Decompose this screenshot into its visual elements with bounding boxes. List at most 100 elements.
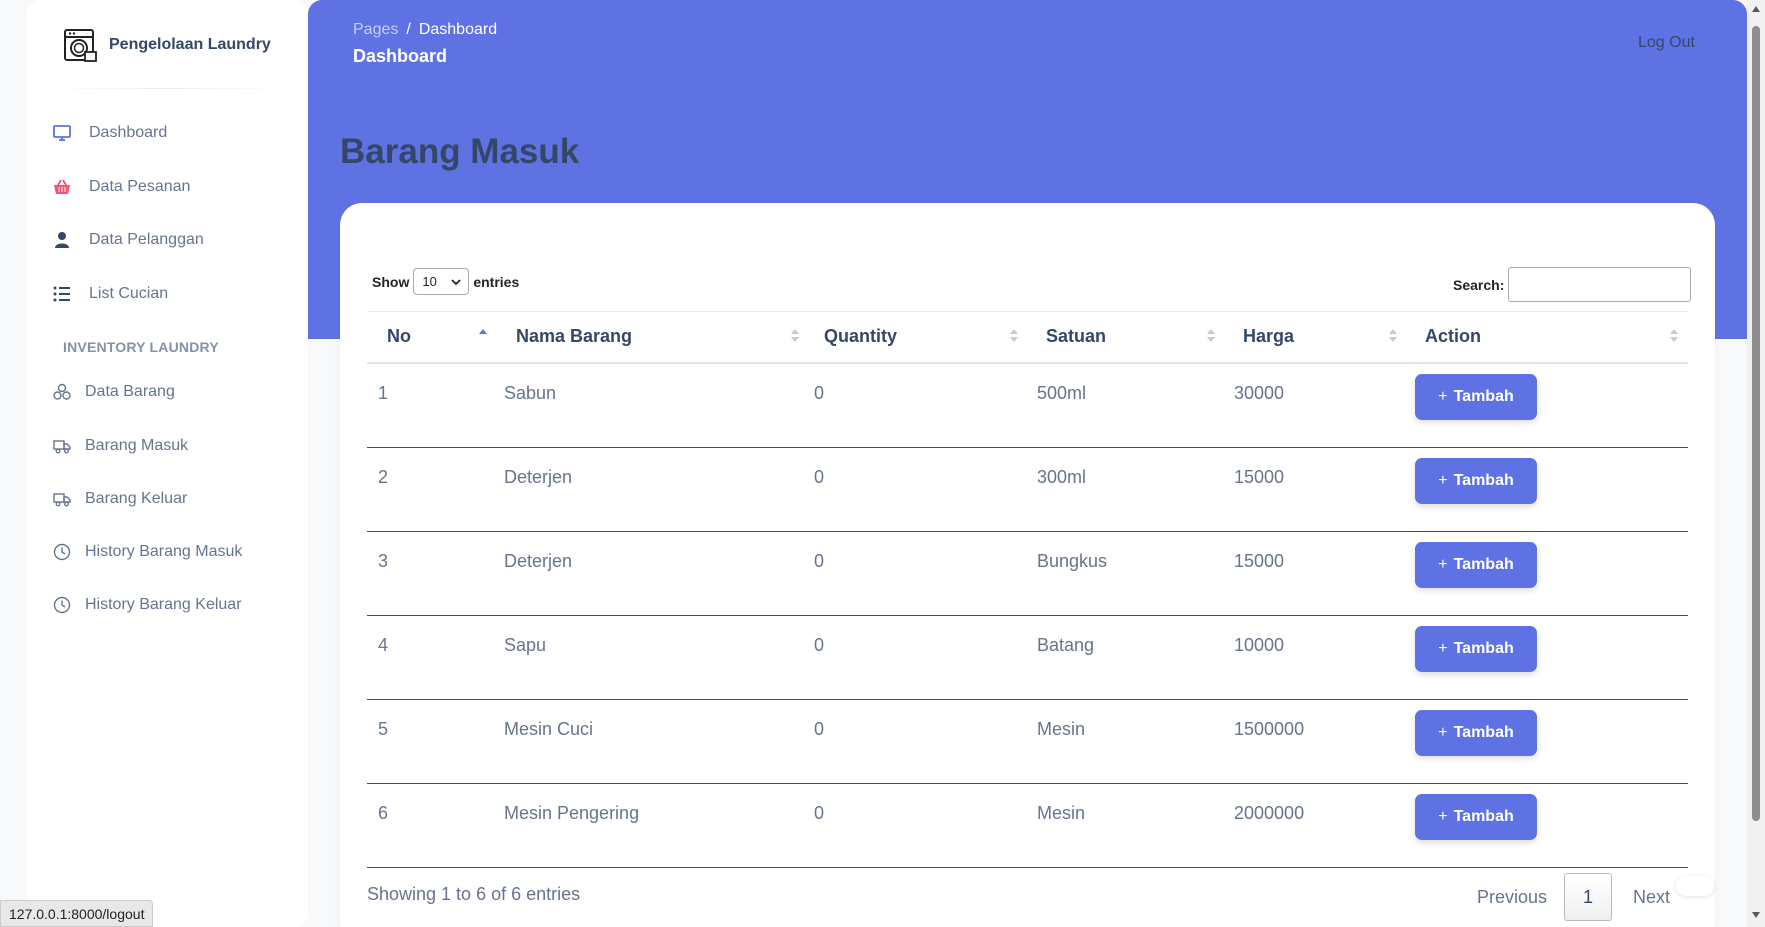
- sort-icon[interactable]: [791, 328, 801, 344]
- tambah-label: Tambah: [1453, 724, 1514, 741]
- sidebar-item-label: Data Pesanan: [89, 178, 191, 195]
- user-icon: [53, 231, 71, 249]
- sidebar-item-label: Dashboard: [89, 124, 168, 141]
- plus-icon: +: [1438, 388, 1448, 405]
- cell-nama-barang: Sapu: [504, 635, 547, 655]
- table-row: 3 Deterjen 0 Bungkus 15000 + Tambah: [367, 532, 1688, 616]
- column-header-satuan[interactable]: Satuan: [1046, 326, 1106, 347]
- table-info: Showing 1 to 6 of 6 entries: [367, 884, 581, 904]
- cell-quantity: 0: [814, 551, 825, 571]
- tambah-button[interactable]: + Tambah: [1415, 458, 1537, 504]
- cell-nama-barang: Deterjen: [504, 467, 573, 487]
- column-header-action[interactable]: Action: [1425, 326, 1481, 347]
- sidebar-item-label: Data Barang: [85, 383, 175, 400]
- show-label: Show: [372, 273, 410, 290]
- breadcrumb-root[interactable]: Pages: [353, 21, 398, 39]
- sidebar-item-label: History Barang Keluar: [85, 596, 242, 613]
- column-header-harga[interactable]: Harga: [1243, 326, 1294, 347]
- search: Search:: [1453, 267, 1692, 302]
- sidebar-item-barang-keluar[interactable]: Barang Keluar: [53, 490, 187, 508]
- breadcrumb-separator: /: [406, 21, 411, 38]
- cell-harga: 1500000: [1234, 719, 1305, 739]
- sidebar-item-label: List Cucian: [89, 285, 169, 302]
- section-heading: INVENTORY LAUNDRY: [63, 339, 219, 355]
- sidebar-item-barang-masuk[interactable]: Barang Masuk: [53, 437, 188, 455]
- cell-no: 3: [378, 551, 389, 571]
- tambah-button[interactable]: + Tambah: [1415, 374, 1537, 420]
- show-entries: Show 10 entries: [372, 268, 519, 295]
- page-title: Barang Masuk: [340, 132, 580, 171]
- sidebar-item-data-barang[interactable]: Data Barang: [53, 383, 175, 401]
- list-icon: [53, 285, 71, 303]
- sidebar-item-data-pelanggan[interactable]: Data Pelanggan: [53, 231, 204, 249]
- sidebar-item-data-pesanan[interactable]: Data Pesanan: [53, 178, 190, 196]
- plus-icon: +: [1438, 556, 1448, 573]
- sort-icon[interactable]: [1389, 328, 1399, 344]
- cell-harga: 15000: [1234, 467, 1285, 487]
- basket-icon: [53, 178, 71, 196]
- cell-harga: 10000: [1234, 635, 1285, 655]
- cell-harga: 2000000: [1234, 803, 1305, 823]
- cell-satuan: Bungkus: [1037, 551, 1108, 571]
- scroll-thumb[interactable]: [1752, 26, 1760, 821]
- page-size-value: 10: [422, 274, 437, 289]
- clock-icon: [53, 543, 71, 561]
- table-row: 5 Mesin Cuci 0 Mesin 1500000 + Tambah: [367, 700, 1688, 784]
- cell-nama-barang: Sabun: [504, 383, 557, 403]
- cell-quantity: 0: [814, 383, 825, 403]
- sidebar-item-dashboard[interactable]: Dashboard: [53, 124, 167, 142]
- search-input[interactable]: [1508, 267, 1692, 302]
- sort-icon[interactable]: [1207, 328, 1217, 344]
- cell-harga: 15000: [1234, 551, 1285, 571]
- page-size-select[interactable]: 10: [413, 268, 470, 295]
- cell-satuan: 500ml: [1037, 383, 1087, 403]
- chevron-down-icon: [451, 278, 461, 285]
- box-cluster-icon: [53, 383, 71, 401]
- divider: [47, 88, 288, 89]
- monitor-icon: [53, 124, 71, 142]
- column-header-nama-barang[interactable]: Nama Barang: [516, 326, 632, 347]
- tambah-button[interactable]: + Tambah: [1415, 626, 1537, 672]
- breadcrumb: Pages / Dashboard: [353, 21, 497, 39]
- cell-nama-barang: Mesin Pengering: [504, 803, 640, 823]
- scroll-down-arrow-icon[interactable]: [1752, 912, 1760, 918]
- status-bar-url: 127.0.0.1:8000/logout: [0, 900, 154, 927]
- sidebar-item-list-cucian[interactable]: List Cucian: [53, 285, 168, 303]
- cell-satuan: Mesin: [1037, 719, 1086, 739]
- washing-machine-icon: [64, 29, 97, 62]
- next-button[interactable]: Next: [1633, 873, 1670, 921]
- sidebar-item-label: History Barang Masuk: [85, 543, 243, 560]
- cell-quantity: 0: [814, 719, 825, 739]
- scrollbar[interactable]: [1747, 0, 1765, 927]
- table-row: 2 Deterjen 0 300ml 15000 + Tambah: [367, 448, 1688, 532]
- entries-label: entries: [473, 273, 520, 290]
- cell-no: 6: [378, 803, 389, 823]
- breadcrumb-current: Dashboard: [418, 21, 498, 38]
- logout-link[interactable]: Log Out: [1638, 34, 1695, 52]
- scroll-up-arrow-icon[interactable]: [1752, 6, 1760, 12]
- search-label: Search:: [1453, 276, 1505, 293]
- brand[interactable]: Pengelolaan Laundry: [61, 26, 271, 64]
- tambah-button[interactable]: + Tambah: [1415, 542, 1537, 588]
- previous-button[interactable]: Previous: [1477, 873, 1547, 921]
- column-header-no[interactable]: No: [387, 326, 411, 347]
- brand-name: Pengelolaan Laundry: [109, 36, 271, 53]
- sidebar-item-history-barang-keluar[interactable]: History Barang Keluar: [53, 596, 242, 614]
- table-row: 6 Mesin Pengering 0 Mesin 2000000 + Tamba…: [367, 784, 1688, 868]
- plus-icon: +: [1438, 472, 1448, 489]
- truck-icon: [53, 437, 71, 455]
- cell-satuan: 300ml: [1037, 467, 1087, 487]
- sort-icon[interactable]: [1010, 328, 1020, 344]
- column-header-quantity[interactable]: Quantity: [824, 326, 897, 347]
- table-row: 4 Sapu 0 Batang 10000 + Tambah: [367, 616, 1688, 700]
- cell-nama-barang: Mesin Cuci: [504, 719, 594, 739]
- tambah-button[interactable]: + Tambah: [1415, 794, 1537, 840]
- sort-icon[interactable]: [1670, 328, 1680, 344]
- page-1-button[interactable]: 1: [1564, 873, 1612, 921]
- floating-toggle[interactable]: [1676, 876, 1714, 896]
- sidebar-item-label: Data Pelanggan: [89, 231, 204, 248]
- tambah-button[interactable]: + Tambah: [1415, 710, 1537, 756]
- cell-quantity: 0: [814, 803, 825, 823]
- sort-asc-icon[interactable]: [479, 328, 489, 344]
- sidebar-item-history-barang-masuk[interactable]: History Barang Masuk: [53, 543, 242, 561]
